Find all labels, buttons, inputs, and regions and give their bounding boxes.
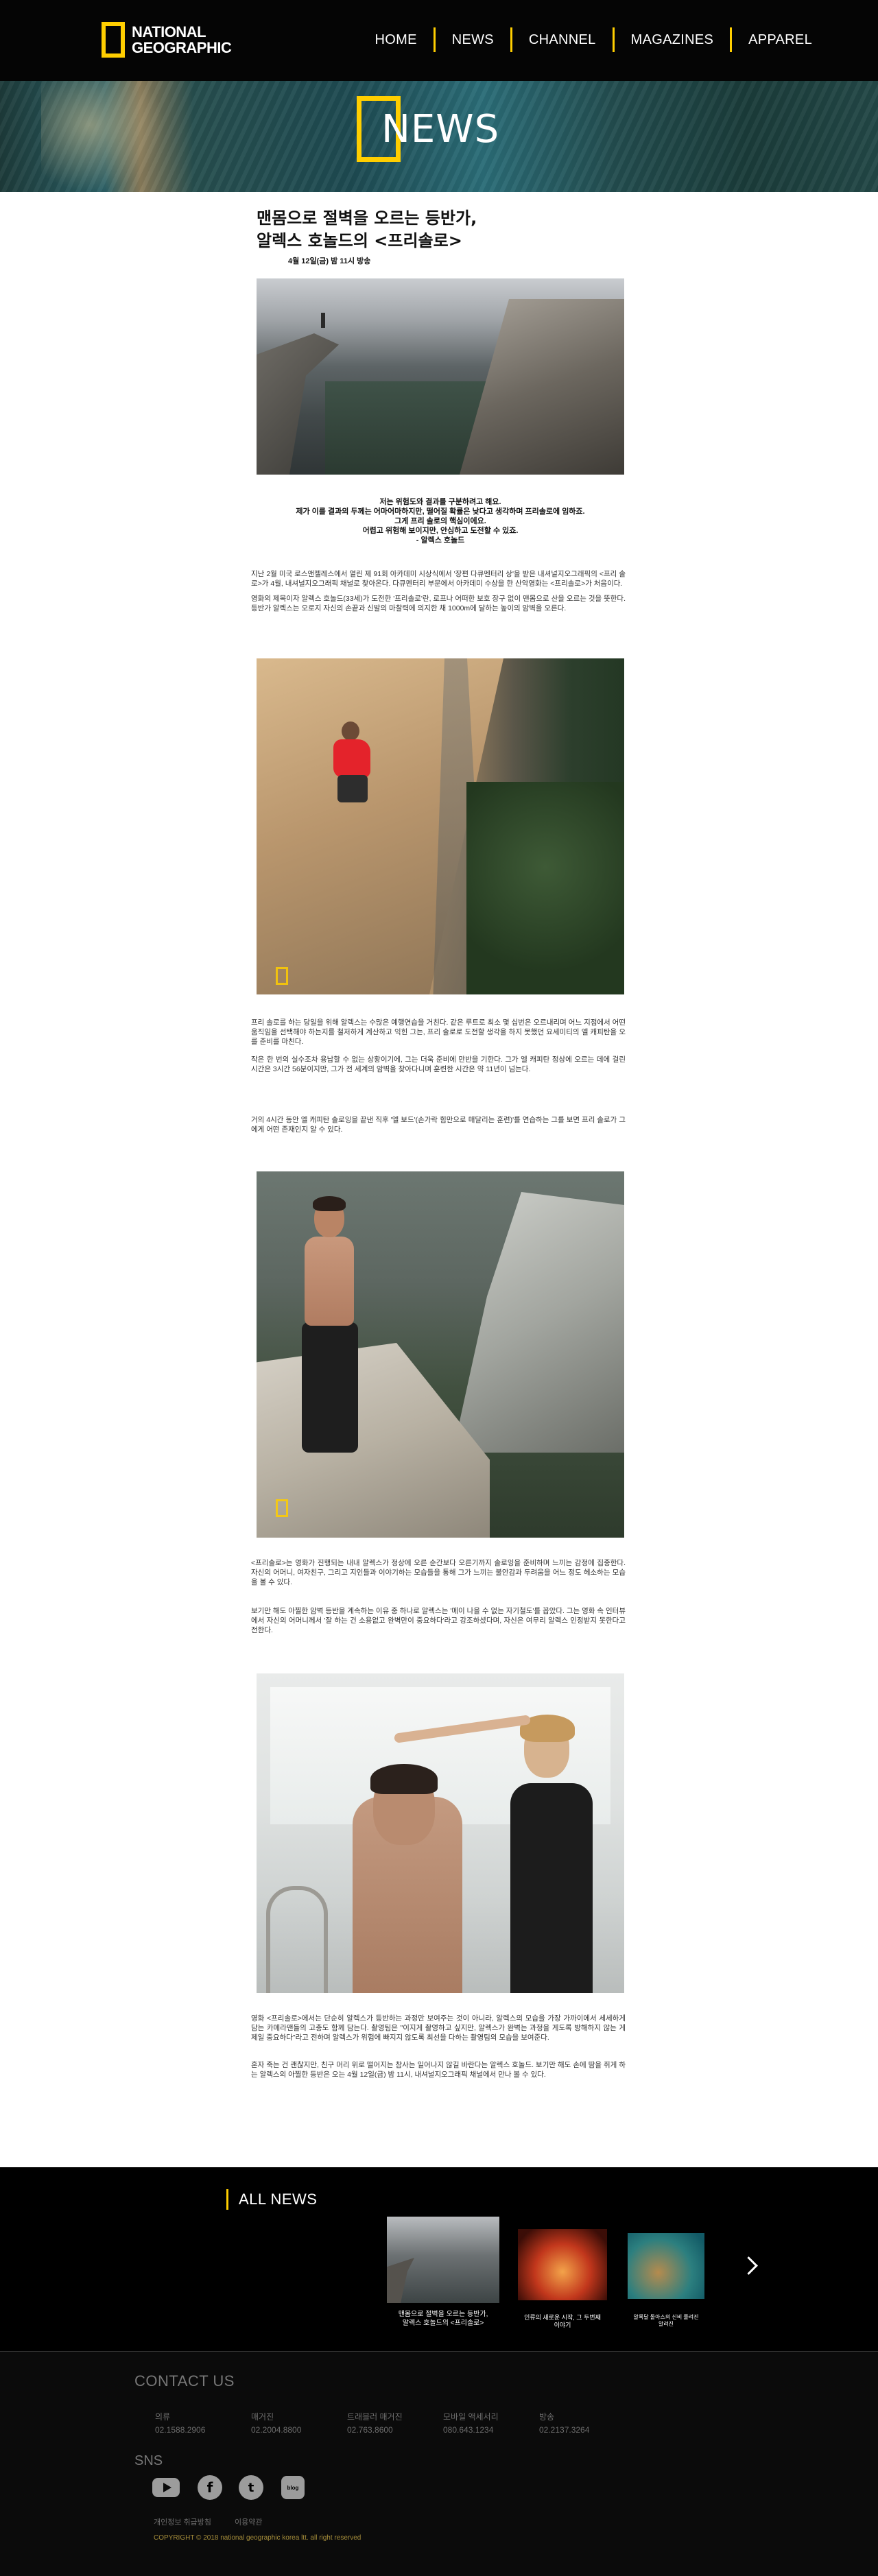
article-paragraph: 지난 2월 미국 로스앤젤레스에서 열린 제 91회 아카데미 시상식에서 '장… xyxy=(251,570,626,588)
photo-person xyxy=(321,313,325,328)
caption-line: 이야기 xyxy=(554,2322,571,2328)
contact-label: 트래블러 매거진 xyxy=(347,2412,403,2422)
photo-man-hair xyxy=(370,1764,438,1794)
contact-label: 방송 xyxy=(539,2412,555,2422)
news-thumbnail-2[interactable] xyxy=(518,2229,607,2300)
quote-line: 어렵고 위험해 보이지만, 안심하고 도전할 수 있죠. xyxy=(362,527,519,535)
photo-climber-head xyxy=(342,721,359,741)
caption-line: 알렉스 호놀드의 <프리솔로> xyxy=(402,2319,484,2327)
contact-label: 매거진 xyxy=(251,2412,274,2422)
contact-phone: 080.643.1234 xyxy=(443,2425,494,2435)
news-thumbnail-3[interactable] xyxy=(628,2233,704,2299)
news-banner-logo: NEWS xyxy=(357,96,499,162)
news-thumbnail-1[interactable] xyxy=(387,2217,499,2303)
contact-apparel: 의류 02.1588.2906 xyxy=(155,2411,205,2435)
banner-title: NEWS xyxy=(381,106,500,152)
caption-line: 인류의 새로운 시작, 그 두번째 xyxy=(524,2314,601,2321)
contact-phone: 02.2137.3264 xyxy=(539,2425,590,2435)
caption-line: 알려진 xyxy=(658,2321,674,2327)
article-paragraph: 보기만 해도 아찔한 암벽 등반을 계속하는 이유 중 하나로 알렉스는 '메이… xyxy=(251,1607,626,1634)
photo-chair xyxy=(266,1886,328,1993)
quote-line: 저는 위험도와 결과를 구분하려고 해요. xyxy=(379,498,501,506)
photo-rock xyxy=(453,1192,624,1453)
contact-phone: 02.763.8600 xyxy=(347,2425,393,2435)
broadcast-time: 4월 12일(금) 밤 11시 방송 xyxy=(288,257,371,265)
photo-climber-legs xyxy=(337,775,368,802)
photo-body xyxy=(305,1237,354,1326)
photo-woman xyxy=(510,1783,593,1993)
terms-link[interactable]: 이용약관 xyxy=(235,2516,262,2527)
quote-attribution: - 알렉스 호놀드 xyxy=(416,536,465,545)
facebook-icon[interactable]: f xyxy=(198,2475,222,2500)
nav-news[interactable]: NEWS xyxy=(433,27,510,52)
article-paragraph: <프리솔로>는 영화가 진행되는 내내 알렉스가 정상에 오른 순간보다 오른기… xyxy=(251,1559,626,1586)
logo-line-1: NATIONAL xyxy=(132,23,206,40)
nav-channel[interactable]: CHANNEL xyxy=(510,27,613,52)
main-nav: HOME NEWS CHANNEL MAGAZINES APPAREL xyxy=(359,27,829,52)
article-title: 맨몸으로 절벽을 오르는 등반가, 알렉스 호놀드의 <프리솔로> xyxy=(257,207,627,252)
pull-quote: 저는 위험도와 결과를 구분하려고 해요. 제가 이를 결과의 두께는 어마어마… xyxy=(257,497,624,545)
privacy-policy-link[interactable]: 개인정보 취급방침 xyxy=(154,2516,211,2527)
top-navigation-bar: NATIONAL GEOGRAPHIC HOME NEWS CHANNEL MA… xyxy=(0,0,878,81)
footer-links: 개인정보 취급방침 이용약관 xyxy=(154,2516,286,2527)
sns-title: SNS xyxy=(134,2453,163,2468)
contact-title: CONTACT US xyxy=(134,2372,235,2389)
youtube-icon[interactable] xyxy=(152,2478,180,2497)
watermark-icon xyxy=(276,1499,288,1517)
chevron-right-icon[interactable] xyxy=(739,2256,759,2276)
contact-broadcast: 방송 02.2137.3264 xyxy=(539,2411,589,2435)
logo-line-2: GEOGRAPHIC xyxy=(132,39,232,56)
photo-ledge xyxy=(257,1343,490,1538)
contact-magazine: 매거진 02.2004.8800 xyxy=(251,2411,301,2435)
photo-cameraman-scene xyxy=(257,1673,624,1993)
article-paragraph: 영화의 제목이자 알렉스 호놀드(33세)가 도전한 '프리솔로'란, 로프나 … xyxy=(251,595,626,612)
contact-mobile: 모바일 액세서리 080.643.1234 xyxy=(443,2411,499,2435)
article-paragraph: 작은 한 번의 실수조차 용납할 수 없는 상황이기에, 그는 더욱 준비에 만… xyxy=(251,1056,626,1073)
article-paragraph: 영화 <프리솔로>에서는 단순히 알렉스가 등반하는 과정만 보여주는 것이 아… xyxy=(251,2014,626,2042)
contact-traveler: 트래블러 매거진 02.763.8600 xyxy=(347,2411,403,2435)
contact-phone: 02.1588.2906 xyxy=(155,2425,206,2435)
contact-phone: 02.2004.8800 xyxy=(251,2425,302,2435)
contact-label: 모바일 액세서리 xyxy=(443,2412,499,2422)
quote-line: 그게 프리 솔로의 핵심이에요. xyxy=(394,517,486,525)
site-footer: CONTACT US 의류 02.1588.2906 매거진 02.2004.8… xyxy=(0,2351,878,2576)
watermark-icon xyxy=(276,967,288,985)
national-geographic-logo[interactable]: NATIONAL GEOGRAPHIC xyxy=(102,21,232,59)
news-caption-1[interactable]: 맨몸으로 절벽을 오르는 등반가, 알렉스 호놀드의 <프리솔로> xyxy=(384,2310,502,2328)
yellow-frame-icon xyxy=(102,22,125,58)
all-news-title: ALL NEWS xyxy=(239,2191,318,2208)
photo-alex-honnold xyxy=(257,1171,624,1538)
news-caption-3[interactable]: 알록달 돌아스의 신비 풀려진 알려진 xyxy=(623,2314,709,2328)
article-title-line-1: 맨몸으로 절벽을 오르는 등반가, xyxy=(257,208,477,228)
caption-line: 알록달 돌아스의 신비 풀려진 xyxy=(633,2314,699,2320)
section-accent-bar xyxy=(226,2189,228,2210)
nav-apparel[interactable]: APPAREL xyxy=(730,27,829,52)
contact-label: 의류 xyxy=(155,2412,171,2422)
photo-hair xyxy=(313,1196,346,1211)
all-news-section: ALL NEWS 맨몸으로 절벽을 오르는 등반가, 알렉스 호놀드의 <프리솔… xyxy=(0,2167,878,2351)
photo-cliff-right xyxy=(460,299,624,475)
photo-climbing-wall xyxy=(257,658,624,994)
article-title-line-2: 알렉스 호놀드의 <프리솔로> xyxy=(257,231,462,250)
article-paragraph: 프리 솔로를 하는 당일을 위해 알렉스는 수많은 예행연습을 거친다. 같은 … xyxy=(251,1018,626,1046)
logo-text: NATIONAL GEOGRAPHIC xyxy=(132,23,232,56)
news-caption-2[interactable]: 인류의 새로운 시작, 그 두번째 이야기 xyxy=(513,2314,612,2329)
photo-climber-shirt xyxy=(333,739,370,778)
blog-icon[interactable]: blog xyxy=(281,2476,305,2499)
twitter-icon[interactable]: t xyxy=(239,2475,263,2500)
photo-pants xyxy=(302,1322,358,1453)
photo-forest xyxy=(466,782,624,994)
copyright-text: COPYRIGHT © 2018 national geographic kor… xyxy=(154,2534,361,2542)
nav-home[interactable]: HOME xyxy=(359,27,434,52)
news-banner: NEWS xyxy=(0,81,878,192)
photo-cliff-edge xyxy=(257,278,624,475)
article-paragraph: 혼자 죽는 건 괜찮지만, 친구 머리 위로 떨어지는 참사는 일어나지 않길 … xyxy=(251,2061,626,2079)
quote-line: 제가 이를 결과의 두께는 어마어마하지만, 떨어질 확률은 낮다고 생각하며 … xyxy=(296,508,585,516)
nav-magazines[interactable]: MAGAZINES xyxy=(612,27,731,52)
article-paragraph: 거의 4시간 동안 엘 캐피탄 솔로잉을 끝낸 직후 '엘 보드'(손가락 힘만… xyxy=(251,1116,626,1134)
caption-line: 맨몸으로 절벽을 오르는 등반가, xyxy=(398,2311,488,2318)
